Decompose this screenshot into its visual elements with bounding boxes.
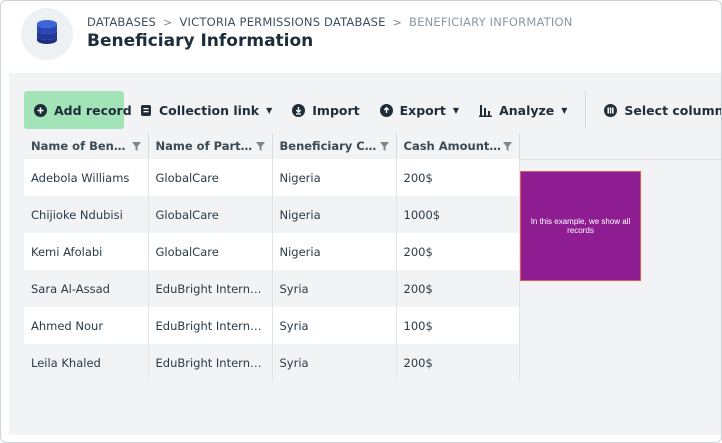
table-cell[interactable]: 200$ [396, 344, 520, 381]
caret-down-icon: ▼ [561, 105, 568, 115]
add-record-label: Add record [54, 102, 132, 118]
bar-chart-icon [479, 104, 493, 117]
table-cell[interactable]: GlobalCare [148, 196, 273, 233]
table-row[interactable]: Chijioke Ndubisi GlobalCare Nigeria 1000… [24, 196, 520, 233]
app-window: DATABASES > VICTORIA PERMISSIONS DATABAS… [0, 0, 722, 443]
database-avatar [21, 8, 73, 60]
filter-icon[interactable] [502, 140, 512, 154]
table-cell[interactable]: 200$ [396, 233, 520, 270]
columns-icon [604, 103, 618, 117]
table-cell[interactable]: EduBright Interna… [148, 270, 273, 307]
column-header-cash-amount[interactable]: Cash Amount R… [396, 133, 520, 159]
import-icon [292, 103, 306, 117]
chevron-right-icon: > [392, 15, 403, 29]
table-cell[interactable]: GlobalCare [148, 159, 273, 196]
table-header-row: Name of Benefi… Name of Partne… Benefici… [24, 133, 520, 159]
collection-link-button[interactable]: Collection link ▼ [130, 91, 282, 129]
table-row[interactable]: Leila Khaled EduBright Interna… Syria 20… [24, 344, 520, 381]
table-cell[interactable]: Leila Khaled [24, 344, 149, 381]
table-row[interactable]: Adebola Williams GlobalCare Nigeria 200$ [24, 159, 520, 196]
column-header-partner-name[interactable]: Name of Partne… [148, 133, 273, 159]
table-cell[interactable]: Syria [272, 344, 397, 381]
table-cell[interactable]: 100$ [396, 307, 520, 344]
table-cell[interactable]: Kemi Afolabi [24, 233, 149, 270]
toolbar: Add record Collection link ▼ Import Expo… [24, 90, 722, 130]
table-cell[interactable]: GlobalCare [148, 233, 273, 270]
filter-icon[interactable] [379, 140, 389, 154]
annotation-callout: In this example, we show all records [520, 171, 641, 281]
breadcrumb-victoria-permissions-database[interactable]: VICTORIA PERMISSIONS DATABASE [179, 15, 385, 29]
table-row[interactable]: Kemi Afolabi GlobalCare Nigeria 200$ [24, 233, 520, 270]
table-row[interactable]: Ahmed Nour EduBright Interna… Syria 100$ [24, 307, 520, 344]
content-area: Add record Collection link ▼ Import Expo… [9, 73, 721, 435]
export-button[interactable]: Export ▼ [370, 91, 469, 129]
select-columns-label: Select columns [624, 102, 722, 118]
table-cell[interactable]: Nigeria [272, 159, 397, 196]
table-cell[interactable]: Adebola Williams [24, 159, 149, 196]
records-table: Name of Benefi… Name of Partne… Benefici… [24, 133, 520, 381]
filter-icon[interactable] [131, 140, 141, 154]
breadcrumb-databases[interactable]: DATABASES [87, 15, 156, 29]
import-button[interactable]: Import [282, 91, 369, 129]
import-label: Import [312, 102, 360, 118]
filter-icon[interactable] [255, 140, 265, 154]
column-header-beneficiary-country[interactable]: Beneficiary Cou… [272, 133, 397, 159]
breadcrumb: DATABASES > VICTORIA PERMISSIONS DATABAS… [87, 15, 573, 29]
export-label: Export [399, 102, 446, 118]
table-cell[interactable]: 200$ [396, 159, 520, 196]
analyze-button[interactable]: Analyze ▼ [469, 91, 577, 129]
select-columns-button[interactable]: Select columns [594, 91, 722, 129]
header-divider [519, 159, 721, 160]
plus-circle-icon [34, 103, 47, 117]
table-cell[interactable]: EduBright Interna… [148, 307, 273, 344]
table-cell[interactable]: Nigeria [272, 233, 397, 270]
table-row[interactable]: Sara Al-Assad EduBright Interna… Syria 2… [24, 270, 520, 307]
table-cell[interactable]: Syria [272, 307, 397, 344]
table-cell[interactable]: 200$ [396, 270, 520, 307]
page-title: Beneficiary Information [87, 31, 314, 51]
table-cell[interactable]: Syria [272, 270, 397, 307]
table-cell[interactable]: Sara Al-Assad [24, 270, 149, 307]
column-header-beneficiary-name[interactable]: Name of Benefi… [24, 133, 149, 159]
table-cell[interactable]: Nigeria [272, 196, 397, 233]
breadcrumb-beneficiary-information: BENEFICIARY INFORMATION [409, 15, 573, 29]
toolbar-divider [585, 91, 587, 129]
chevron-right-icon: > [163, 15, 173, 29]
caret-down-icon: ▼ [452, 105, 460, 115]
table-cell[interactable]: 1000$ [396, 196, 520, 233]
add-record-button[interactable]: Add record [24, 91, 132, 129]
table-cell[interactable]: Ahmed Nour [24, 307, 149, 344]
table-cell[interactable]: EduBright Interna… [148, 344, 273, 381]
collection-link-label: Collection link [159, 102, 260, 118]
caret-down-icon: ▼ [266, 105, 273, 115]
document-link-icon [140, 104, 152, 117]
export-icon [379, 103, 393, 117]
analyze-label: Analyze [499, 102, 555, 118]
database-icon [36, 19, 58, 49]
table-cell[interactable]: Chijioke Ndubisi [24, 196, 149, 233]
